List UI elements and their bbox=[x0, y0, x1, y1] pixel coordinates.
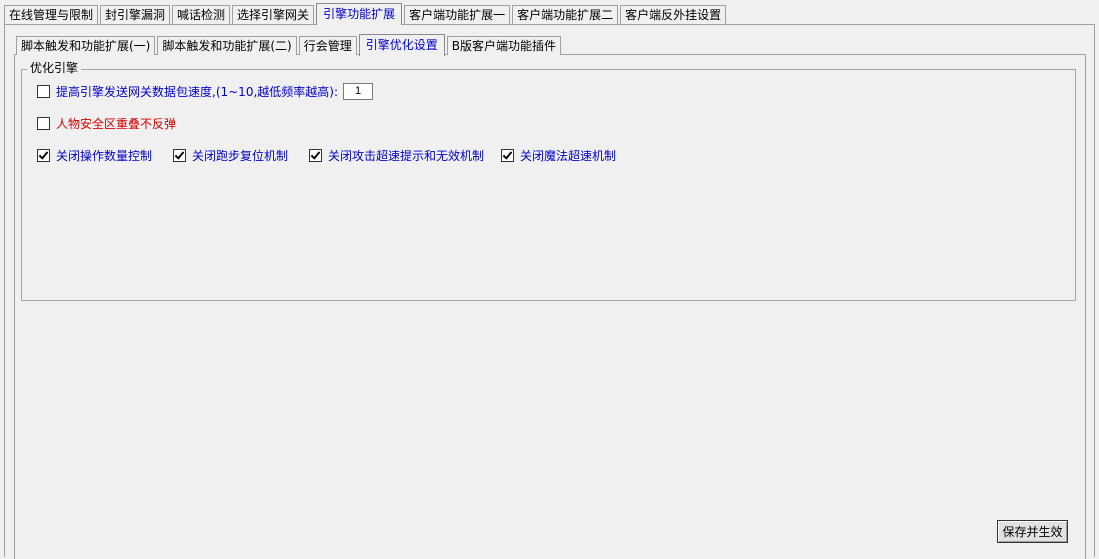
disable-action-limit-option: 关闭操作数量控制 bbox=[37, 147, 152, 163]
groupbox-title: 优化引擎 bbox=[27, 61, 82, 75]
tab-engine-optimization[interactable]: 引擎优化设置 bbox=[358, 34, 445, 56]
sub-tab-bar: 脚本触发和功能扩展(一) 脚本触发和功能扩展(二) 行会管理 引擎优化设置 B版… bbox=[16, 34, 563, 56]
packet-speed-option: 提高引擎发送网关数据包速度,(1~10,越低频率越高): bbox=[37, 82, 373, 100]
disable-attack-speed-label[interactable]: 关闭攻击超速提示和无效机制 bbox=[328, 147, 484, 164]
tab-script-trigger-2[interactable]: 脚本触发和功能扩展(二) bbox=[157, 36, 297, 55]
tab-client-anticheat[interactable]: 客户端反外挂设置 bbox=[620, 5, 727, 24]
top-tab-bar: 在线管理与限制 封引擎漏洞 喊话检测 选择引擎网关 引擎功能扩展 客户端功能扩展… bbox=[4, 3, 728, 25]
disable-attack-speed-option: 关闭攻击超速提示和无效机制 bbox=[309, 147, 484, 163]
tab-guild-management[interactable]: 行会管理 bbox=[298, 36, 357, 55]
safezone-overlap-checkbox[interactable] bbox=[37, 116, 50, 130]
tab-b-client-plugins[interactable]: B版客户端功能插件 bbox=[446, 36, 562, 55]
disable-magic-speed-label[interactable]: 关闭魔法超速机制 bbox=[520, 147, 616, 164]
disable-run-reset-checkbox[interactable] bbox=[173, 148, 186, 162]
disable-magic-speed-checkbox[interactable] bbox=[501, 148, 514, 162]
tab-client-extensions-1[interactable]: 客户端功能扩展一 bbox=[404, 5, 511, 24]
disable-run-reset-option: 关闭跑步复位机制 bbox=[173, 147, 288, 163]
disable-run-reset-label[interactable]: 关闭跑步复位机制 bbox=[192, 147, 288, 164]
safezone-overlap-label[interactable]: 人物安全区重叠不反弹 bbox=[56, 115, 176, 132]
tab-engine-exploits[interactable]: 封引擎漏洞 bbox=[100, 5, 171, 24]
disable-attack-speed-checkbox[interactable] bbox=[309, 148, 322, 162]
disable-magic-speed-option: 关闭魔法超速机制 bbox=[501, 147, 616, 163]
tab-script-trigger-1[interactable]: 脚本触发和功能扩展(一) bbox=[16, 36, 156, 55]
tab-online-management[interactable]: 在线管理与限制 bbox=[4, 5, 99, 24]
disable-action-limit-checkbox[interactable] bbox=[37, 148, 50, 162]
disable-action-limit-label[interactable]: 关闭操作数量控制 bbox=[56, 147, 152, 164]
tab-engine-extensions[interactable]: 引擎功能扩展 bbox=[316, 3, 403, 25]
packet-speed-input[interactable] bbox=[343, 82, 373, 100]
tab-chat-detection[interactable]: 喊话检测 bbox=[172, 5, 231, 24]
save-and-apply-button[interactable]: 保存并生效 bbox=[997, 520, 1068, 543]
packet-speed-label[interactable]: 提高引擎发送网关数据包速度,(1~10,越低频率越高): bbox=[56, 83, 338, 100]
packet-speed-checkbox[interactable] bbox=[37, 84, 50, 98]
optimize-engine-groupbox bbox=[21, 69, 1076, 301]
safezone-overlap-option: 人物安全区重叠不反弹 bbox=[37, 115, 176, 131]
tab-engine-gateway[interactable]: 选择引擎网关 bbox=[232, 5, 315, 24]
tab-client-extensions-2[interactable]: 客户端功能扩展二 bbox=[512, 5, 619, 24]
